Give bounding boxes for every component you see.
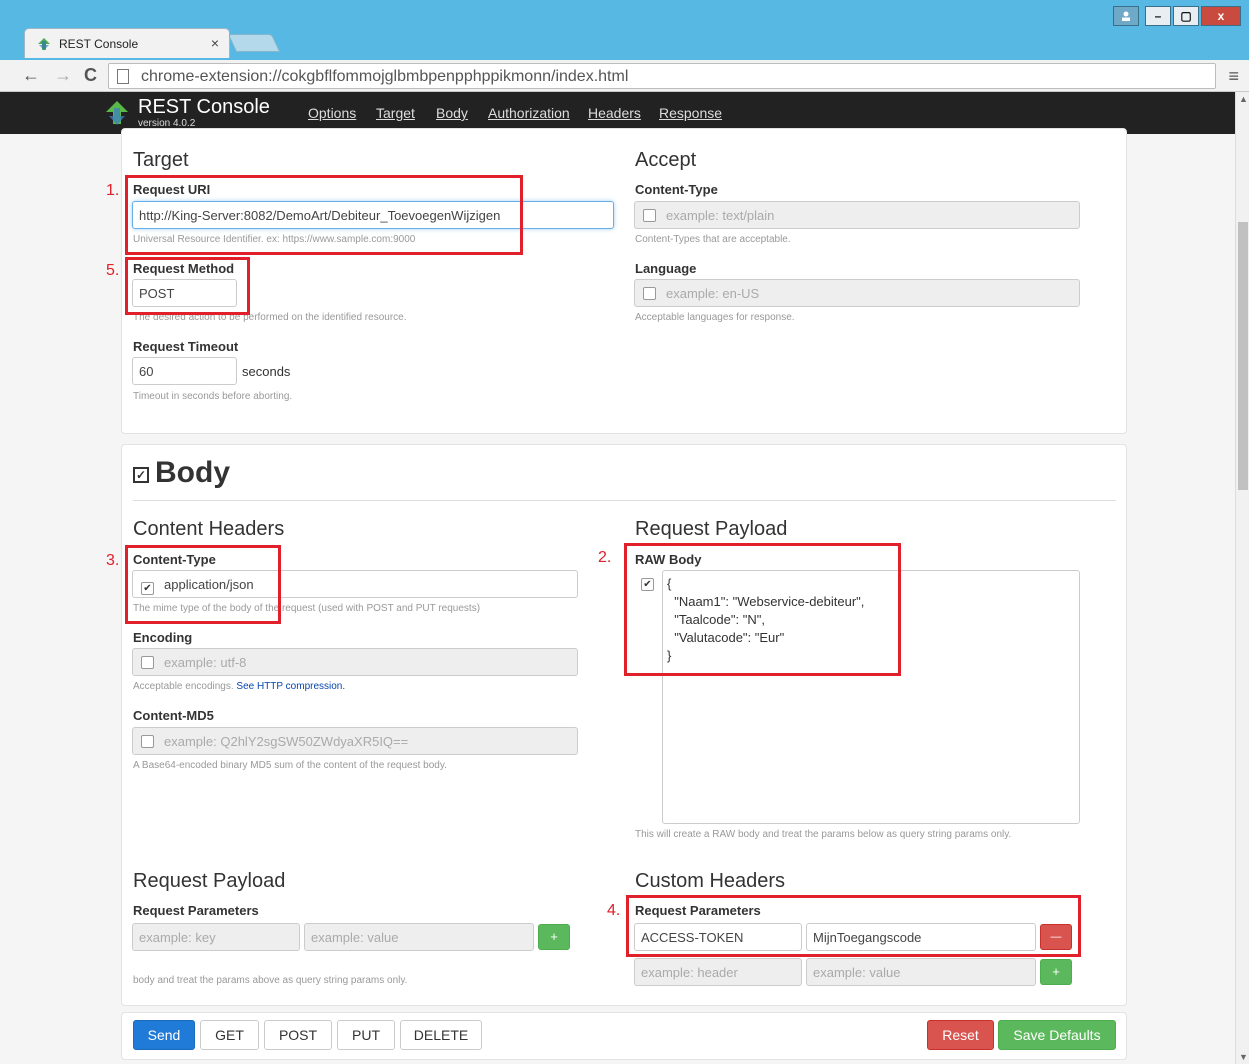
annotation-box-3 bbox=[125, 545, 281, 624]
accept-content-type-label: Content-Type bbox=[635, 182, 718, 197]
tab-title: REST Console bbox=[59, 37, 139, 51]
delete-button[interactable]: DELETE bbox=[400, 1020, 482, 1050]
back-arrow-icon[interactable]: ← bbox=[22, 65, 40, 86]
params-label: Request Parameters bbox=[133, 903, 259, 918]
request-timeout-help: Timeout in seconds before aborting. bbox=[133, 391, 293, 402]
post-button[interactable]: POST bbox=[264, 1020, 332, 1050]
url-text: chrome-extension://cokgbflfommojglbmbpen… bbox=[141, 68, 629, 85]
target-heading: Target bbox=[133, 149, 189, 171]
content-md5-field[interactable]: example: Q2hlY2sgSW50ZWdyaXR5IQ== bbox=[132, 727, 578, 755]
reset-button[interactable]: Reset bbox=[927, 1020, 994, 1050]
encoding-field[interactable]: example: utf-8 bbox=[132, 648, 578, 676]
annotation-number-5: 5. bbox=[106, 262, 120, 279]
url-field[interactable]: chrome-extension://cokgbflfommojglbmbpen… bbox=[108, 63, 1216, 89]
content-md5-help: A Base64-encoded binary MD5 sum of the c… bbox=[133, 760, 447, 771]
accept-language-help: Acceptable languages for response. bbox=[635, 312, 795, 323]
add-header-button[interactable]: + bbox=[1040, 959, 1072, 985]
scroll-thumb[interactable] bbox=[1238, 222, 1248, 490]
nav-headers[interactable]: Headers bbox=[588, 105, 641, 121]
get-button[interactable]: GET bbox=[200, 1020, 259, 1050]
annotation-number-3: 3. bbox=[106, 552, 120, 569]
scroll-down-icon[interactable]: ▼ bbox=[1239, 1052, 1248, 1062]
param-key-input[interactable]: example: key bbox=[132, 923, 300, 951]
accept-heading: Accept bbox=[635, 149, 697, 171]
rest-console-logo-icon bbox=[106, 101, 128, 125]
annotation-number-4: 4. bbox=[607, 902, 621, 919]
nav-options[interactable]: Options bbox=[308, 105, 356, 121]
annotation-box-2 bbox=[624, 543, 901, 676]
request-timeout-input[interactable]: 60 bbox=[132, 357, 237, 385]
raw-body-help: This will create a RAW body and treat th… bbox=[635, 829, 1012, 840]
custom-headers-heading: Custom Headers bbox=[635, 870, 786, 892]
page-icon bbox=[117, 69, 129, 84]
forward-arrow-icon[interactable]: → bbox=[54, 65, 72, 86]
annotation-number-1: 1. bbox=[106, 182, 120, 199]
browser-titlebar: REST Console × – ▢ x bbox=[0, 0, 1249, 60]
app-brand: REST Console bbox=[138, 96, 270, 118]
content-md5-checkbox[interactable] bbox=[141, 735, 154, 748]
content-headers-heading: Content Headers bbox=[133, 518, 285, 540]
save-defaults-button[interactable]: Save Defaults bbox=[998, 1020, 1116, 1050]
request-payload-heading: Request Payload bbox=[635, 518, 788, 540]
scroll-up-icon[interactable]: ▲ bbox=[1239, 94, 1248, 104]
param-value-input[interactable]: example: value bbox=[304, 923, 534, 951]
accept-content-type-help: Content-Types that are acceptable. bbox=[635, 234, 791, 245]
put-button[interactable]: PUT bbox=[337, 1020, 395, 1050]
new-tab-button[interactable] bbox=[227, 34, 281, 52]
window-controls: – ▢ x bbox=[1113, 6, 1241, 26]
annotation-number-2: 2. bbox=[598, 549, 612, 566]
main-content: Target Request URI http://King-Server:80… bbox=[0, 128, 1235, 1064]
hamburger-menu-icon[interactable]: ≡ bbox=[1228, 66, 1239, 87]
browser-tab[interactable]: REST Console × bbox=[24, 28, 230, 58]
request-timeout-unit: seconds bbox=[242, 364, 291, 379]
collapse-icon[interactable]: ✓ bbox=[133, 467, 149, 483]
add-param-button[interactable]: + bbox=[538, 924, 570, 950]
nav-response[interactable]: Response bbox=[659, 105, 722, 121]
accept-language-field[interactable]: example: en-US bbox=[634, 279, 1080, 307]
annotation-box-5 bbox=[125, 257, 250, 315]
accept-content-type-field[interactable]: example: text/plain bbox=[634, 201, 1080, 229]
nav-authorization[interactable]: Authorization bbox=[488, 105, 570, 121]
new-header-key-input[interactable]: example: header bbox=[634, 958, 802, 986]
accept-language-label: Language bbox=[635, 261, 697, 276]
address-bar: ← → C chrome-extension://cokgbflfommojgl… bbox=[0, 60, 1249, 92]
accept-content-type-checkbox[interactable] bbox=[643, 209, 656, 222]
new-header-value-input[interactable]: example: value bbox=[806, 958, 1036, 986]
content-md5-label: Content-MD5 bbox=[133, 708, 214, 723]
nav-target[interactable]: Target bbox=[376, 105, 415, 121]
params-help: body and treat the params above as query… bbox=[133, 975, 408, 986]
params-heading: Request Payload bbox=[133, 870, 286, 892]
page-scrollbar[interactable]: ▲ ▼ bbox=[1235, 92, 1249, 1064]
encoding-checkbox[interactable] bbox=[141, 656, 154, 669]
accept-language-checkbox[interactable] bbox=[643, 287, 656, 300]
encoding-help: Acceptable encodings. See HTTP compressi… bbox=[133, 681, 346, 692]
tab-close-icon[interactable]: × bbox=[211, 35, 219, 51]
reload-icon[interactable]: C bbox=[84, 65, 97, 86]
encoding-label: Encoding bbox=[133, 630, 193, 645]
close-window-button[interactable]: x bbox=[1201, 6, 1241, 26]
profile-icon[interactable] bbox=[1113, 6, 1139, 26]
body-divider bbox=[133, 500, 1116, 501]
send-button[interactable]: Send bbox=[133, 1020, 195, 1050]
minimize-button[interactable]: – bbox=[1145, 6, 1171, 26]
annotation-box-4 bbox=[626, 895, 1081, 957]
maximize-button[interactable]: ▢ bbox=[1173, 6, 1199, 26]
body-heading: ✓ Body bbox=[133, 456, 230, 490]
rest-console-favicon-icon bbox=[38, 38, 50, 50]
nav-body[interactable]: Body bbox=[436, 105, 468, 121]
annotation-box-1 bbox=[125, 175, 523, 255]
http-compression-link[interactable]: See HTTP compression. bbox=[236, 681, 345, 692]
request-timeout-label: Request Timeout bbox=[133, 339, 239, 354]
